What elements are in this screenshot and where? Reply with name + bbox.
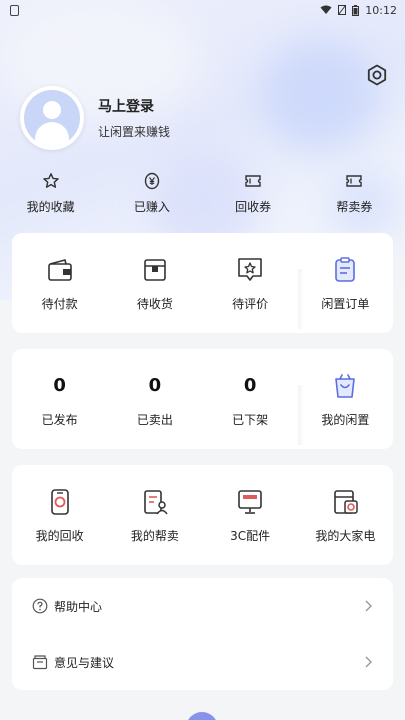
listings-card: 0 已发布 0 已卖出 0 已下架 我的闲置 [12,349,393,449]
login-title[interactable]: 马上登录 [98,97,170,117]
quick-link-recycle-coupon[interactable]: 回收券 [203,172,304,222]
wifi-icon [320,5,332,14]
count-value: 0 [53,374,66,396]
order-pending-receipt[interactable]: 待收货 [107,255,202,312]
quick-link-sell-coupon[interactable]: 帮卖券 [304,172,405,222]
quick-link-label: 已赚入 [133,200,170,214]
chevron-right-icon [365,600,372,612]
quick-links: 我的收藏 已赚入 回收券 帮卖券 [0,172,405,222]
default-avatar-icon [24,90,80,146]
menu-item-label: 意见与建议 [54,655,115,670]
orders-card: 待付款 待收货 待评价 闲置订单 [12,233,393,333]
signal-icon [338,5,347,15]
count-value: 0 [243,374,257,396]
listing-label: 我的闲置 [321,412,370,427]
appliance-icon [334,489,359,514]
settings-gear-icon[interactable] [366,64,388,86]
menu-item-help-center[interactable]: 帮助中心 [12,578,393,634]
quick-link-favorites[interactable]: 我的收藏 [0,172,101,222]
card-divider [297,384,304,445]
listing-label: 已下架 [232,412,269,427]
service-label: 3C配件 [230,528,271,543]
wallet-icon [47,258,72,281]
service-my-appliances[interactable]: 我的大家电 [298,487,393,544]
order-pending-review[interactable]: 待评价 [203,255,298,312]
ticket-icon [245,175,261,187]
avatar[interactable] [20,86,84,150]
card-divider [297,268,304,329]
review-icon [238,257,262,281]
shopping-bag-icon [335,373,356,398]
star-icon [42,173,59,188]
order-list-icon [335,256,356,282]
service-label: 我的回收 [35,528,84,543]
battery-icon [352,4,360,16]
service-label: 我的大家电 [315,528,376,543]
listing-label: 已卖出 [136,412,173,427]
profile-login[interactable]: 马上登录 让闲置来赚钱 [20,86,170,150]
order-label: 闲置订单 [321,296,370,311]
quick-link-earned[interactable]: 已赚入 [101,172,202,222]
background-blob [260,40,380,150]
clock-time: 10:12 [365,3,397,17]
menu-item-label: 帮助中心 [54,599,103,614]
quick-link-label: 回收券 [235,200,272,214]
listing-removed[interactable]: 0 已下架 [203,371,298,428]
service-3c-accessories[interactable]: 3C配件 [203,487,298,544]
package-icon [144,258,166,281]
quick-link-label: 我的收藏 [26,200,75,214]
service-my-recycle[interactable]: 我的回收 [12,487,107,544]
yen-coin-icon [144,172,160,190]
order-label: 待评价 [232,296,269,311]
menu-list: 帮助中心 意见与建议 [12,578,393,690]
feedback-box-icon [32,655,48,670]
order-pending-payment[interactable]: 待付款 [12,255,107,312]
my-idle-items[interactable]: 我的闲置 [297,371,393,445]
quick-link-label: 帮卖券 [336,200,373,214]
listing-sold[interactable]: 0 已卖出 [107,371,202,428]
bottom-nav-indicator[interactable] [186,712,218,720]
order-label: 待付款 [41,296,78,311]
services-card: 我的回收 我的帮卖 3C配件 我的大家电 [12,465,393,565]
count-value: 0 [148,374,162,396]
listing-published[interactable]: 0 已发布 [12,371,107,428]
login-subtitle: 让闲置来赚钱 [98,124,171,139]
recycle-phone-icon [50,488,69,515]
sell-doc-icon [144,489,168,514]
monitor-icon [238,489,262,514]
listing-label: 已发布 [41,412,78,427]
chevron-right-icon [365,656,372,668]
service-label: 我的帮卖 [130,528,179,543]
idle-orders[interactable]: 闲置订单 [297,255,393,329]
help-circle-icon [32,598,48,614]
notification-icon [10,4,19,16]
status-bar: 10:12 [0,0,405,20]
menu-item-feedback[interactable]: 意见与建议 [12,634,393,690]
ticket-icon [346,175,363,187]
order-label: 待收货 [136,296,173,311]
service-my-sell[interactable]: 我的帮卖 [107,487,202,544]
